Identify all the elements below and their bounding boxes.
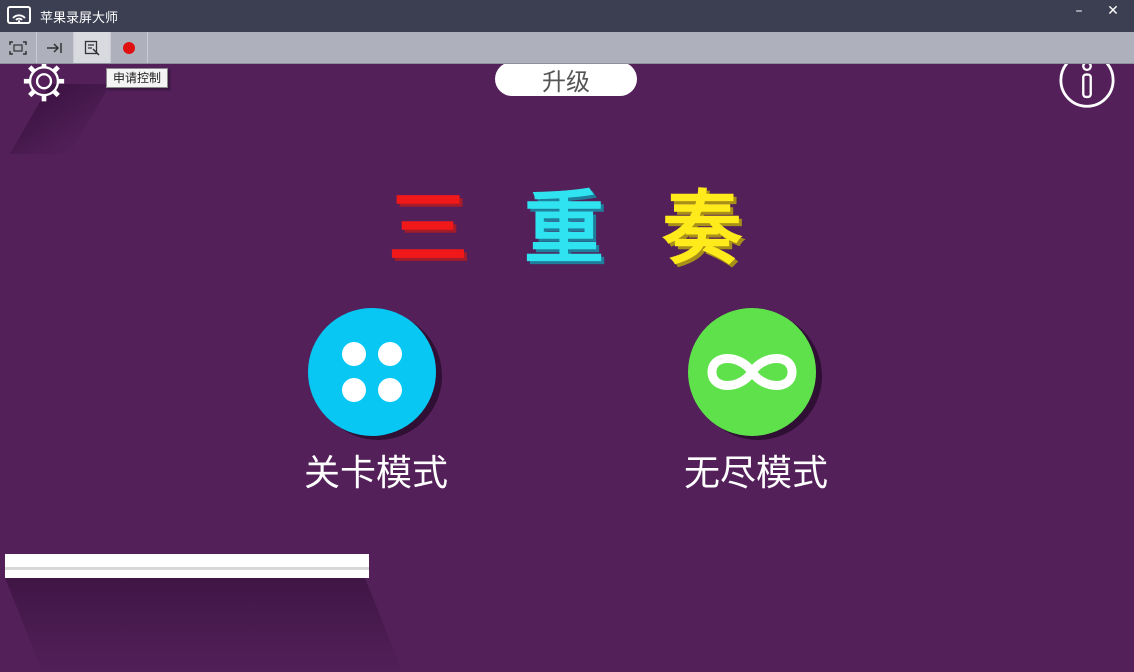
game-title: 三 重 奏	[0, 184, 1134, 274]
game-screen: 升级 三 重 奏 关卡模式 无尽模式	[0, 64, 1134, 672]
level-mode-circle	[308, 308, 436, 436]
wifi-screen-icon	[6, 5, 32, 27]
upgrade-button[interactable]: 升级	[495, 64, 637, 96]
app-window: 苹果录屏大师 – ✕ 升级 三 重 奏 关卡模式 无尽模式 申请控制	[0, 0, 1134, 672]
record-tool-button[interactable]	[111, 32, 148, 63]
endless-mode-circle	[688, 308, 816, 436]
four-dots-icon	[342, 342, 402, 402]
control-tool-button[interactable]	[74, 32, 111, 63]
capture-frame-icon	[9, 40, 27, 55]
title-char-2: 重	[524, 182, 604, 275]
toolbar	[0, 32, 1134, 64]
progress-bar-fill	[5, 567, 369, 570]
minimize-button[interactable]: –	[1062, 0, 1096, 22]
gear-icon	[23, 64, 65, 102]
control-request-icon	[84, 40, 100, 56]
title-char-3: 奏	[662, 182, 742, 275]
level-mode-label: 关卡模式	[304, 453, 449, 494]
title-bar: 苹果录屏大师 – ✕	[0, 0, 1134, 32]
screenshot-tool-button[interactable]	[0, 32, 37, 63]
control-tooltip: 申请控制	[106, 68, 169, 88]
endless-mode-label: 无尽模式	[684, 453, 829, 494]
pin-arrow-icon	[47, 42, 62, 53]
title-char-1: 三	[388, 182, 468, 275]
settings-gear-button[interactable]	[12, 64, 76, 106]
info-button[interactable]	[1056, 64, 1118, 110]
close-button[interactable]: ✕	[1096, 0, 1130, 22]
progress-bar-shadow	[5, 578, 405, 672]
record-dot-icon	[123, 41, 135, 54]
info-icon	[1059, 64, 1115, 108]
infinity-icon	[707, 354, 797, 390]
window-title: 苹果录屏大师	[40, 10, 119, 26]
progress-bar	[5, 554, 369, 578]
pin-tool-button[interactable]	[37, 32, 74, 63]
